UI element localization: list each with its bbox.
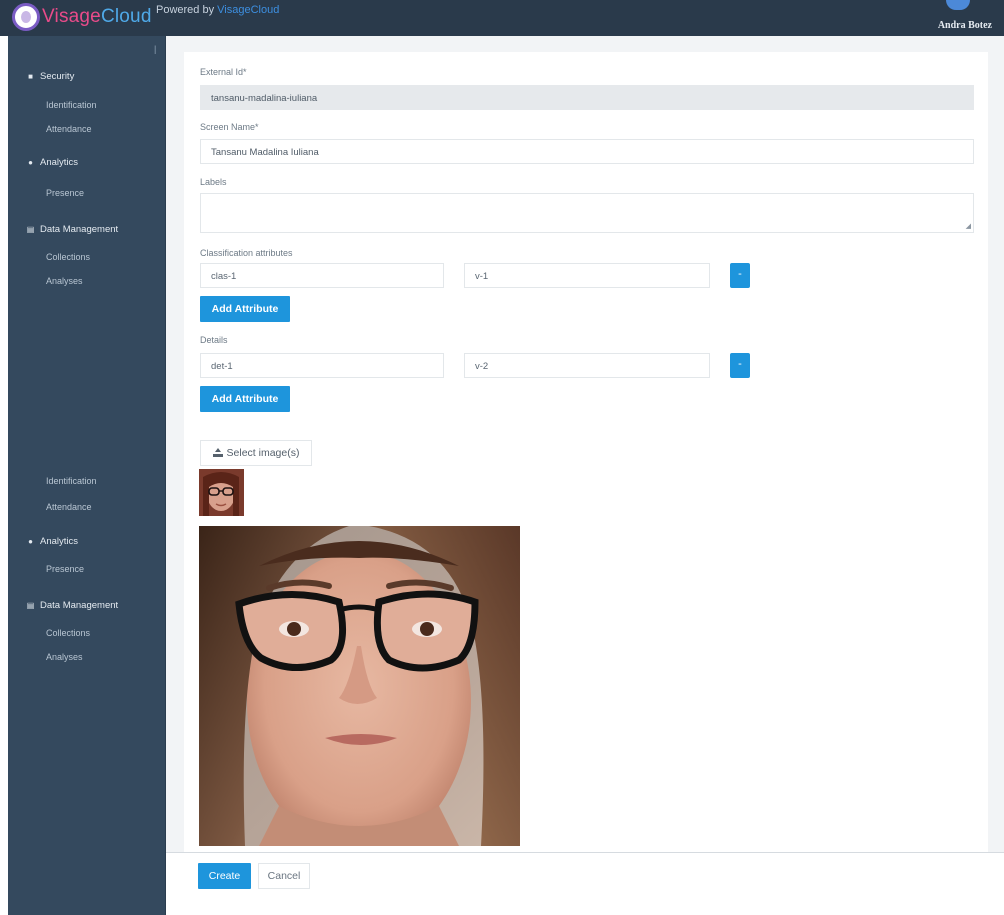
select-images-label: Select image(s) <box>226 447 300 459</box>
sidebar-item-attendance[interactable]: Attendance <box>46 124 92 134</box>
sidebar-item-identification[interactable]: Identification <box>46 476 97 486</box>
image-preview <box>199 526 520 846</box>
details-value-input[interactable]: v-2 <box>464 353 710 378</box>
user-menu[interactable]: Andra Botez <box>922 0 992 36</box>
powered-by-link[interactable]: VisageCloud <box>217 4 279 16</box>
screen-name-input[interactable]: Tansanu Madalina Iuliana <box>200 139 974 164</box>
image-thumbnail[interactable] <box>199 469 244 516</box>
screen-name-label: Screen Name* <box>200 122 259 132</box>
pie-chart-icon: ● <box>28 158 33 167</box>
powered-by-prefix: Powered by <box>156 4 218 16</box>
powered-by-text: Powered by VisageCloud <box>156 4 279 16</box>
logo-mark-icon <box>12 3 40 31</box>
details-key-input[interactable]: det-1 <box>200 353 444 378</box>
select-images-button[interactable]: Select image(s) <box>200 440 312 466</box>
app-logo[interactable]: VisageCloud <box>12 2 152 32</box>
nav-group-security[interactable]: ■ Security <box>26 71 74 82</box>
pie-chart-icon: ● <box>28 537 33 546</box>
sidebar-item-identification[interactable]: Identification <box>46 100 97 110</box>
remove-details-button[interactable]: - <box>730 353 750 378</box>
classification-value-input[interactable]: v-1 <box>464 263 710 288</box>
details-label: Details <box>200 335 228 345</box>
sidebar-item-analyses[interactable]: Analyses <box>46 276 83 286</box>
nav-group-analytics[interactable]: ● Analytics <box>26 157 78 168</box>
labels-label: Labels <box>200 177 227 187</box>
sidebar: | ■ Security Identification Attendance ● A… <box>8 36 166 915</box>
entity-form-card: External Id* tansanu-madalina-iuliana Sc… <box>184 52 988 852</box>
camera-icon: ■ <box>28 72 33 81</box>
main-content: External Id* tansanu-madalina-iuliana Sc… <box>166 36 1004 915</box>
sidebar-item-analyses[interactable]: Analyses <box>46 652 83 662</box>
database-icon: ▤ <box>26 601 35 610</box>
resize-grip-icon[interactable]: ◢ <box>966 223 971 230</box>
external-id-input[interactable]: tansanu-madalina-iuliana <box>200 85 974 110</box>
user-name: Andra Botez <box>937 20 992 31</box>
sidebar-item-presence[interactable]: Presence <box>46 564 84 574</box>
classification-key-input[interactable]: clas-1 <box>200 263 444 288</box>
remove-classification-button[interactable]: - <box>730 263 750 288</box>
nav-group-data-management[interactable]: ▤ Data Management <box>26 600 118 611</box>
logo-text: VisageCloud <box>42 6 152 27</box>
nav-group-analytics[interactable]: ● Analytics <box>26 536 78 547</box>
sidebar-item-collections[interactable]: Collections <box>46 628 90 638</box>
cancel-button[interactable]: Cancel <box>258 863 310 889</box>
sidebar-item-collections[interactable]: Collections <box>46 252 90 262</box>
database-icon: ▤ <box>26 225 35 234</box>
user-avatar-icon <box>946 0 970 10</box>
external-id-label: External Id* <box>200 67 247 77</box>
sidebar-collapse-icon[interactable]: | <box>154 44 156 54</box>
sidebar-item-attendance[interactable]: Attendance <box>46 502 92 512</box>
top-bar: VisageCloud Powered by VisageCloud Andra… <box>0 0 1004 36</box>
labels-textarea[interactable]: ◢ <box>200 193 974 233</box>
classification-attributes-label: Classification attributes <box>200 248 293 258</box>
upload-icon <box>212 448 223 458</box>
sidebar-item-presence[interactable]: Presence <box>46 188 84 198</box>
form-footer: Create Cancel <box>166 853 1004 915</box>
nav-group-data-management[interactable]: ▤ Data Management <box>26 224 118 235</box>
create-button[interactable]: Create <box>198 863 251 889</box>
add-classification-attribute-button[interactable]: Add Attribute <box>200 296 290 322</box>
add-details-attribute-button[interactable]: Add Attribute <box>200 386 290 412</box>
